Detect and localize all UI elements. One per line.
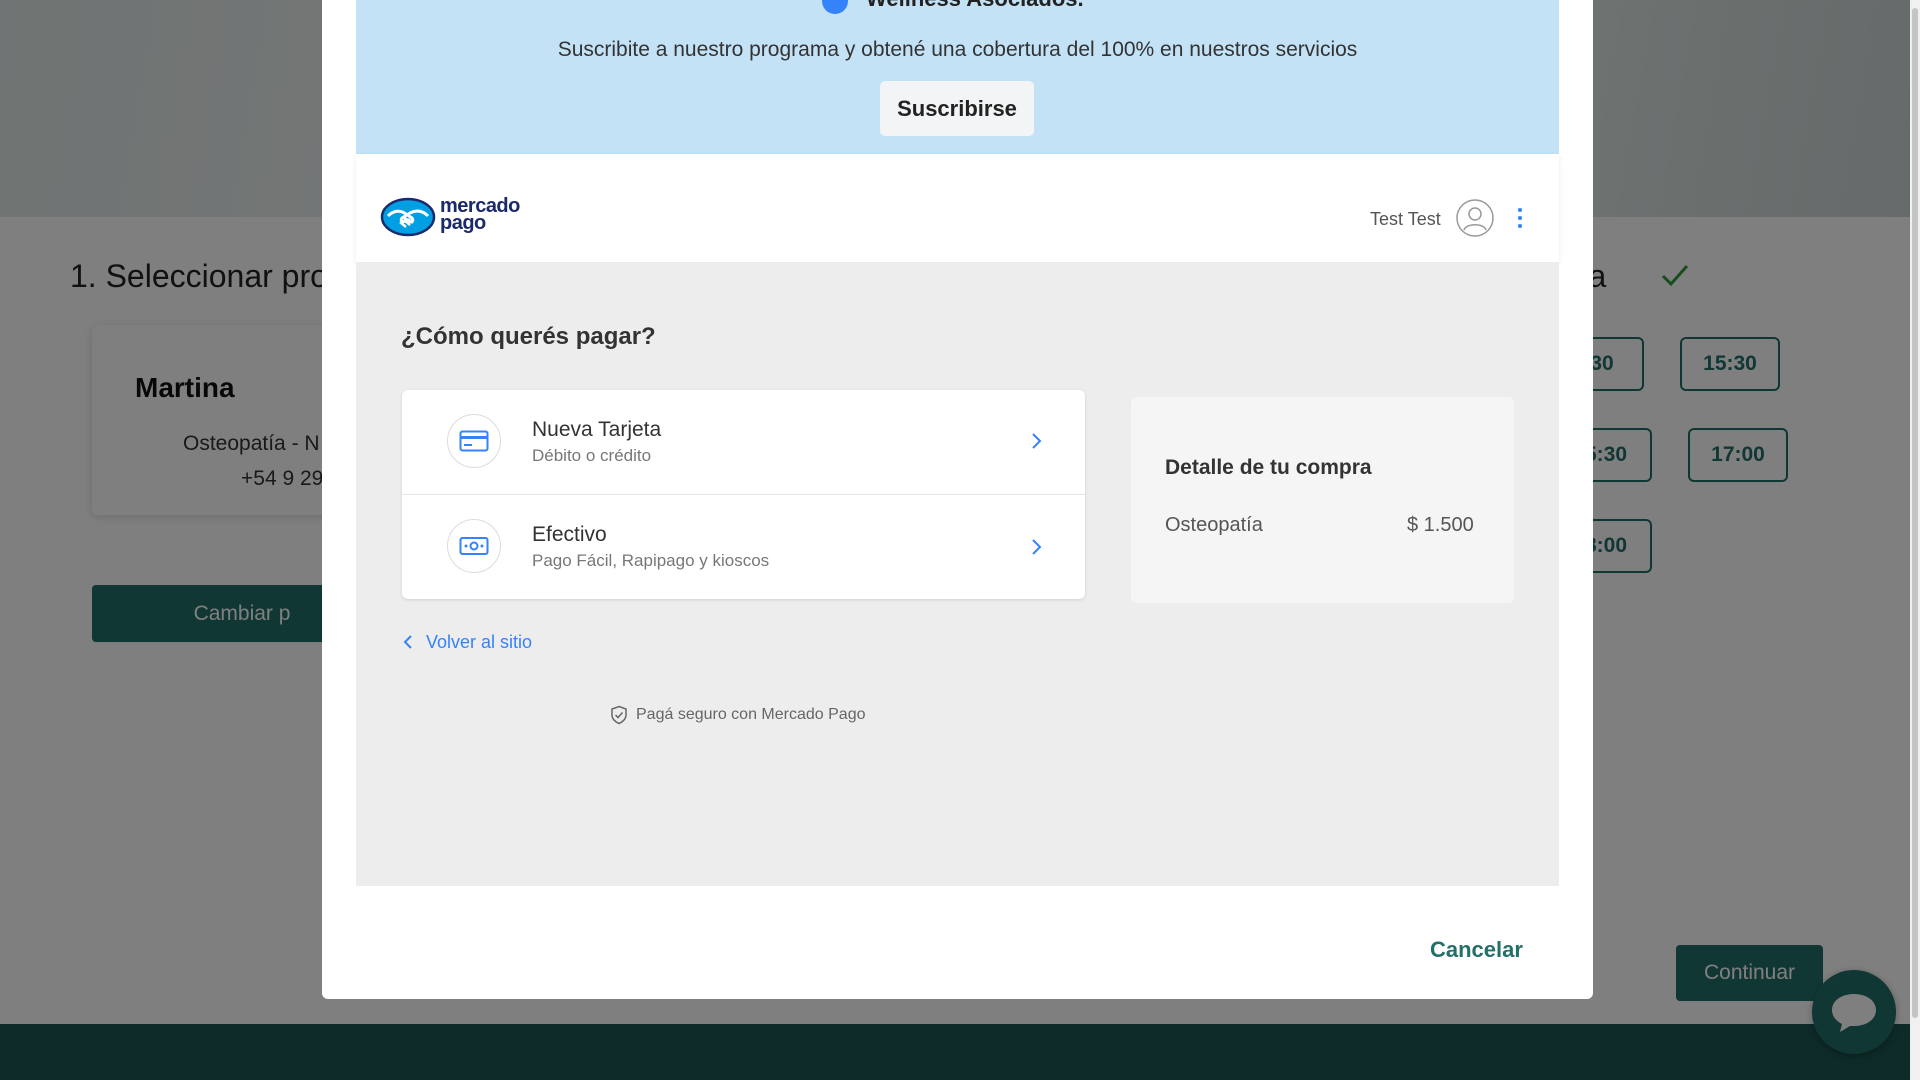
payment-method-subtitle: Débito o crédito bbox=[532, 446, 652, 465]
chevron-right-icon bbox=[1032, 539, 1042, 555]
mercadopago-logo-icon bbox=[380, 197, 436, 237]
subscribe-button[interactable]: Suscribirse bbox=[880, 81, 1034, 136]
purchase-summary bbox=[1131, 397, 1514, 603]
scrollbar-thumb[interactable] bbox=[1912, 8, 1918, 1018]
summary-item-price: $ 1.500 bbox=[1407, 514, 1474, 536]
payment-method-title: Nueva Tarjeta bbox=[532, 418, 662, 441]
cancel-button[interactable]: Cancelar bbox=[1430, 937, 1523, 963]
promo-heading: Wellness Asociados. bbox=[866, 0, 1084, 12]
payment-method-subtitle: Pago Fácil, Rapipago y kioscos bbox=[532, 551, 770, 570]
credit-card-icon bbox=[447, 414, 501, 468]
shield-icon bbox=[611, 705, 627, 725]
user-avatar-icon[interactable] bbox=[1456, 199, 1494, 237]
payment-method-cash[interactable] bbox=[402, 495, 1085, 599]
cash-icon bbox=[447, 519, 501, 573]
more-options-icon[interactable] bbox=[1516, 207, 1524, 229]
back-link-label: Volver al sitio bbox=[426, 631, 533, 652]
secure-payment-note: Pagá seguro con Mercado Pago bbox=[610, 705, 865, 725]
promo-text: Suscribite a nuestro programa y obtené u… bbox=[557, 38, 1358, 61]
payment-method-title: Efectivo bbox=[532, 523, 607, 546]
secure-payment-text: Pagá seguro con Mercado Pago bbox=[636, 706, 866, 723]
mercadopago-logo-text: mercado pago bbox=[440, 195, 520, 234]
summary-item-name: Osteopatía bbox=[1165, 514, 1263, 536]
mercadopago-header bbox=[356, 154, 1559, 262]
user-name: Test Test bbox=[1370, 209, 1441, 229]
chevron-right-icon bbox=[1032, 433, 1042, 449]
summary-title: Detalle de tu compra bbox=[1165, 456, 1372, 479]
back-to-site-link[interactable]: Volver al sitio bbox=[402, 630, 532, 654]
chevron-left-icon bbox=[403, 635, 412, 649]
payment-question: ¿Cómo querés pagar? bbox=[401, 323, 656, 350]
payment-method-new-card[interactable] bbox=[402, 390, 1085, 494]
